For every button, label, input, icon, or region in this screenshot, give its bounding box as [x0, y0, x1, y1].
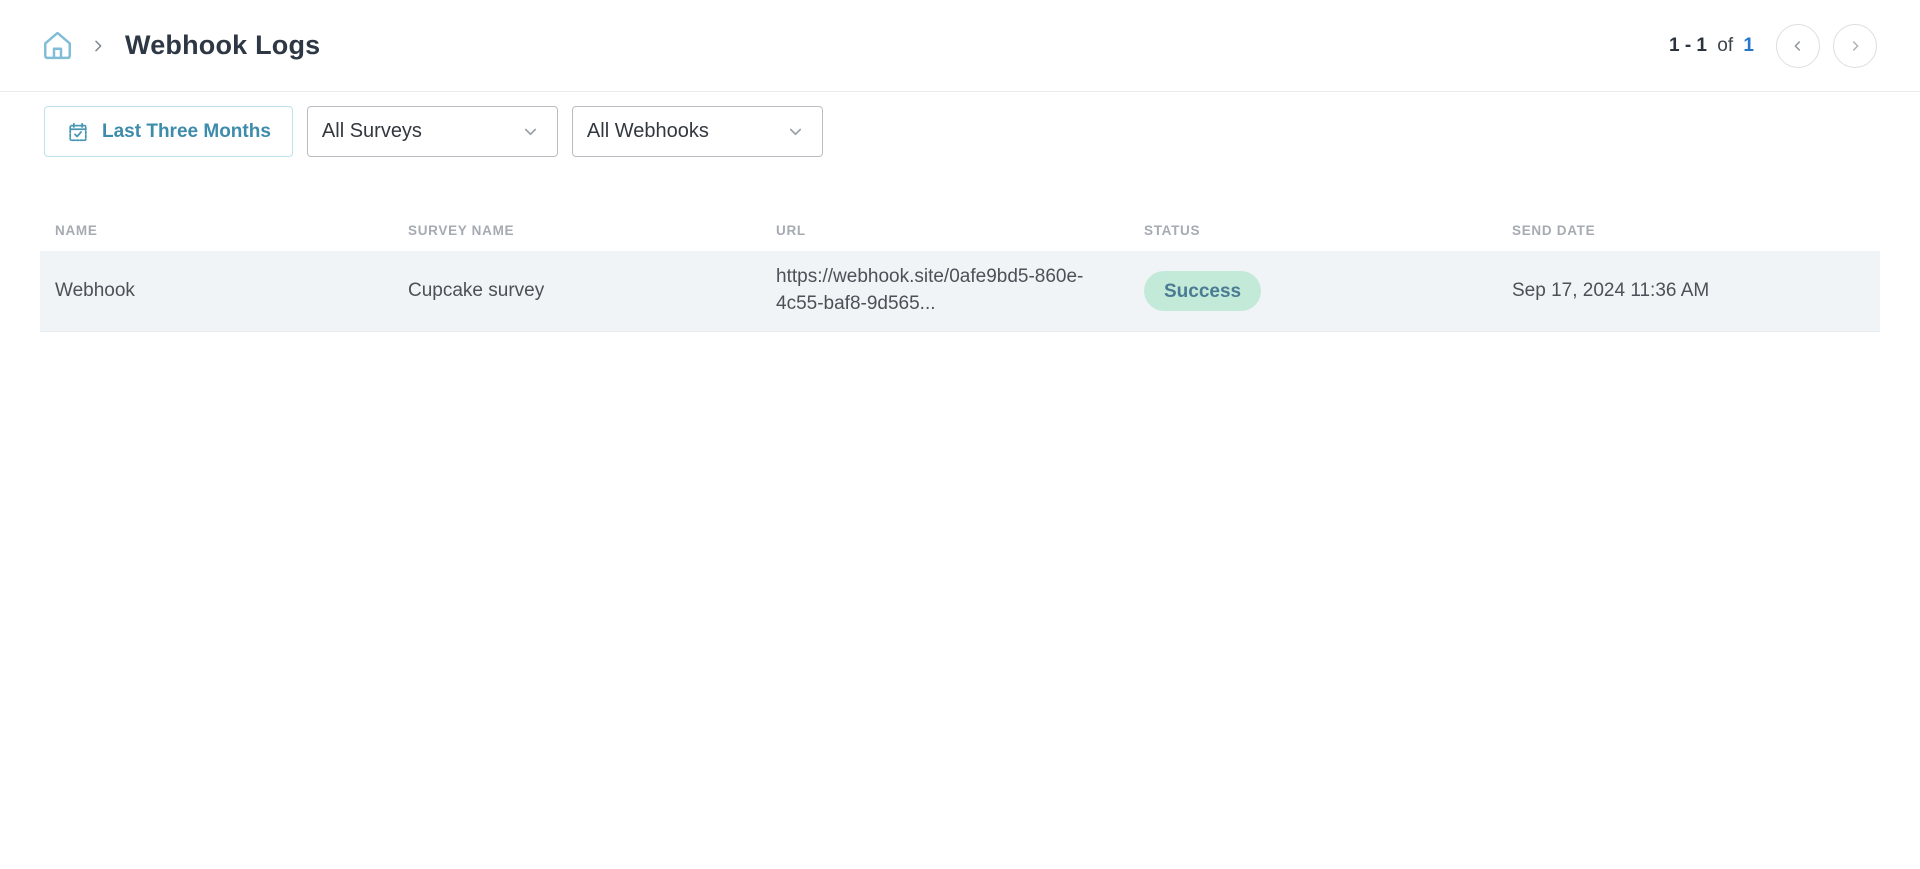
table-header-row: NAME SURVEY NAME URL STATUS SEND DATE [40, 223, 1880, 251]
pagination-of-label: of [1712, 35, 1738, 56]
chevron-right-icon [90, 38, 106, 54]
calendar-check-icon [67, 121, 89, 143]
chevron-down-icon [786, 122, 805, 141]
home-icon [40, 28, 75, 63]
pagination-total[interactable]: 1 [1743, 35, 1754, 56]
cell-url: https://webhook.site/0afe9bd5-860e-4c55-… [776, 254, 1144, 327]
webhooks-dropdown-value: All Webhooks [587, 120, 709, 143]
chevron-right-icon [1847, 38, 1863, 54]
chevron-left-icon [1790, 38, 1806, 54]
column-header-send-date: SEND DATE [1512, 223, 1880, 238]
header-bar: Webhook Logs 1 - 1 of 1 [0, 0, 1920, 92]
pagination-range: 1 - 1 [1669, 35, 1707, 56]
date-range-filter-label: Last Three Months [102, 121, 271, 143]
surveys-dropdown[interactable]: All Surveys [307, 106, 558, 157]
cell-send-date: Sep 17, 2024 11:36 AM [1512, 268, 1880, 315]
webhooks-dropdown[interactable]: All Webhooks [572, 106, 823, 157]
column-header-survey-name: SURVEY NAME [408, 223, 776, 238]
page-title: Webhook Logs [125, 30, 320, 61]
column-header-url: URL [776, 223, 1144, 238]
date-range-filter-button[interactable]: Last Three Months [44, 106, 293, 157]
webhook-logs-table: NAME SURVEY NAME URL STATUS SEND DATE We… [40, 223, 1880, 332]
table-row[interactable]: Webhook Cupcake survey https://webhook.s… [40, 251, 1880, 332]
pagination-prev-button[interactable] [1776, 24, 1820, 68]
pagination: 1 - 1 of 1 [1669, 24, 1877, 68]
pagination-info: 1 - 1 of 1 [1669, 35, 1754, 57]
home-button[interactable] [40, 28, 75, 63]
surveys-dropdown-value: All Surveys [322, 120, 422, 143]
column-header-name: NAME [40, 223, 408, 238]
column-header-status: STATUS [1144, 223, 1512, 238]
filters-bar: Last Three Months All Surveys All Webhoo… [44, 106, 1880, 157]
pagination-next-button[interactable] [1833, 24, 1877, 68]
cell-status: Success [1144, 261, 1512, 321]
status-badge: Success [1144, 271, 1261, 311]
chevron-down-icon [521, 122, 540, 141]
cell-survey-name: Cupcake survey [408, 268, 776, 315]
breadcrumb: Webhook Logs [40, 28, 320, 63]
cell-name: Webhook [40, 268, 408, 315]
